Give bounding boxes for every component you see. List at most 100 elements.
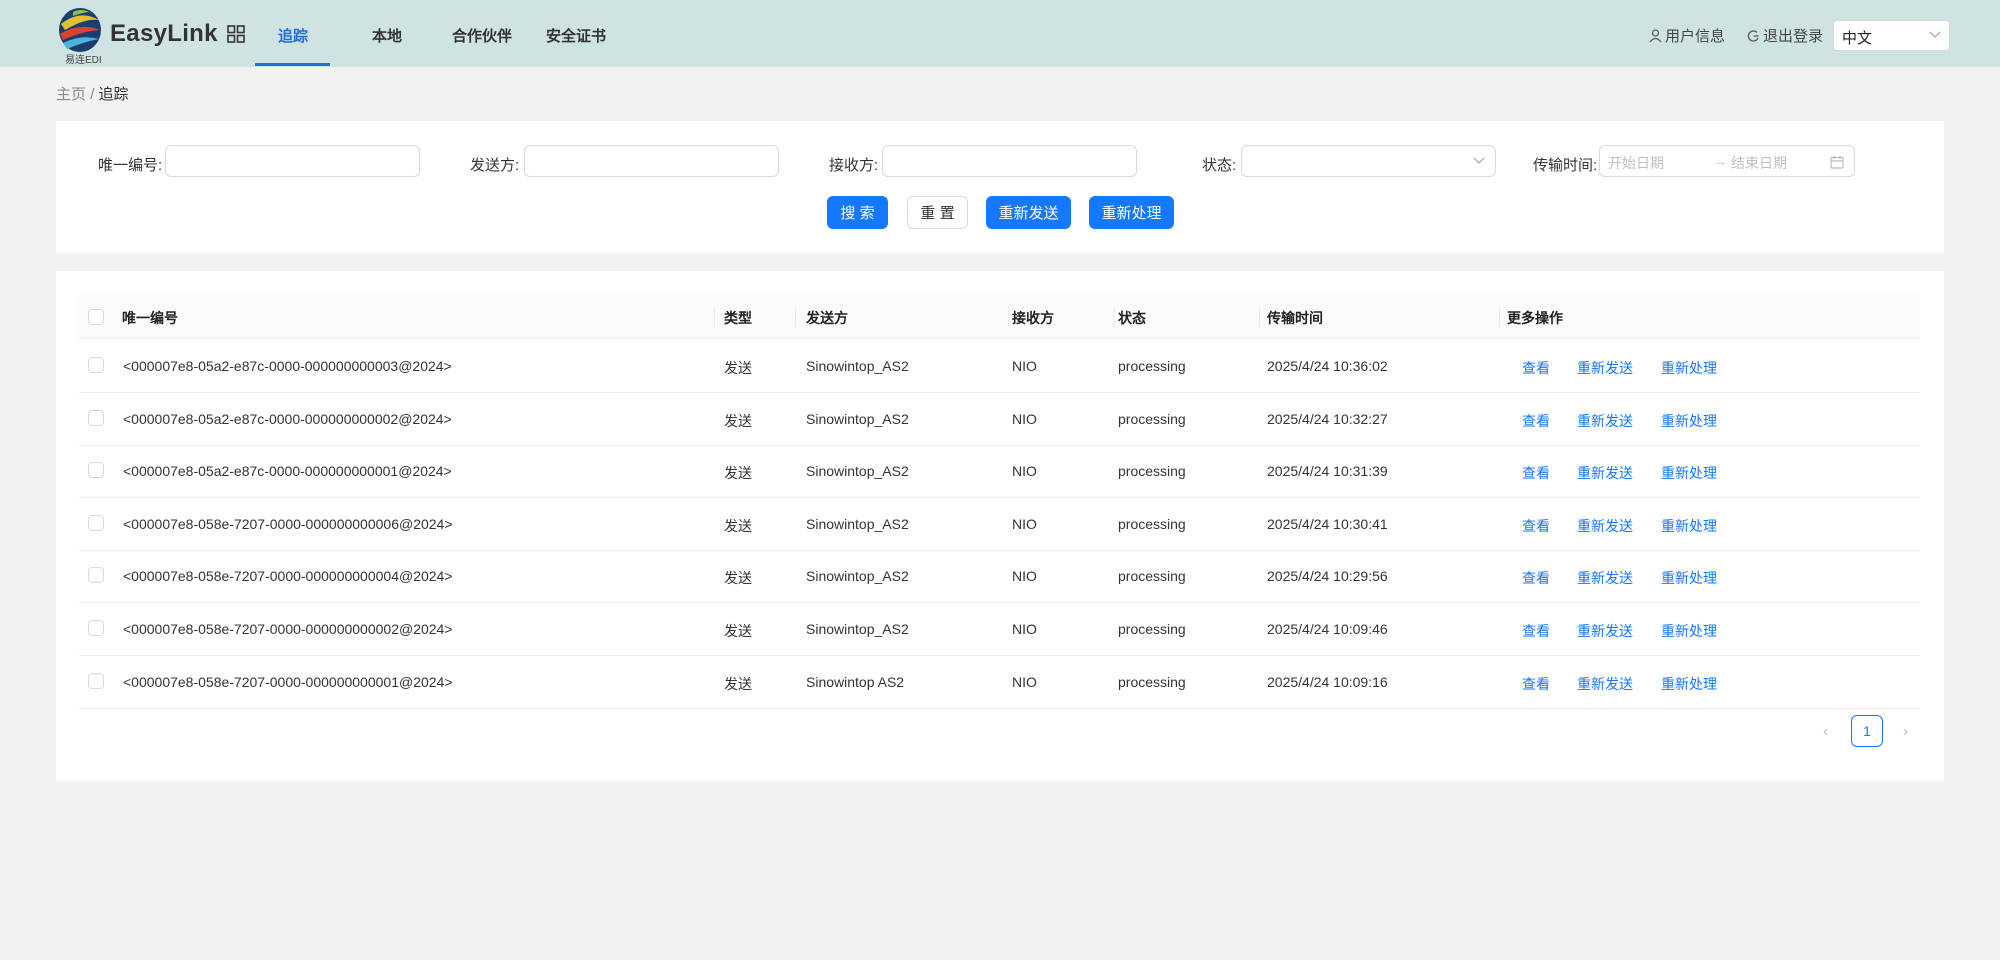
cell-sender: Sinowintop_AS2 [806, 515, 909, 532]
filter-panel: 唯一编号: 发送方: 接收方: 状态: 传输时间: 开始日期 → 结束日期 搜 … [56, 121, 1944, 253]
reset-button[interactable]: 重 置 [907, 196, 968, 229]
receiver-filter-label: 接收方: [829, 157, 879, 174]
table-row: <000007e8-058e-7207-0000-000000000002@20… [79, 603, 1920, 656]
resend-link[interactable]: 重新发送 [1577, 463, 1633, 483]
table-row: <000007e8-05a2-e87c-0000-000000000002@20… [79, 393, 1920, 446]
cell-status: processing [1118, 358, 1186, 374]
sender-filter-input[interactable] [524, 145, 779, 177]
resend-link[interactable]: 重新发送 [1577, 358, 1633, 378]
time-range-picker[interactable]: 开始日期 → 结束日期 [1599, 145, 1855, 177]
end-date-input[interactable]: 结束日期 [1731, 153, 1787, 173]
table-row: <000007e8-058e-7207-0000-000000000006@20… [79, 498, 1920, 551]
resend-button[interactable]: 重新发送 [986, 196, 1071, 229]
cell-status: processing [1118, 621, 1186, 637]
nav-partners[interactable]: 合作伙伴 [452, 25, 512, 46]
status-filter-label: 状态: [1202, 157, 1237, 174]
pagination-next-button[interactable]: › [1903, 723, 1908, 741]
column-header-receiver: 接收方 [1012, 310, 1054, 326]
cell-time: 2025/4/24 10:31:39 [1267, 463, 1388, 480]
resend-link[interactable]: 重新发送 [1577, 516, 1633, 536]
brand-name: EasyLink [110, 20, 218, 47]
row-checkbox[interactable] [88, 462, 104, 479]
row-checkbox[interactable] [88, 567, 104, 584]
cell-receiver: NIO [1012, 515, 1037, 532]
reprocess-link[interactable]: 重新处理 [1661, 516, 1717, 536]
cell-id: <000007e8-058e-7207-0000-000000000002@20… [123, 621, 453, 637]
cell-sender: Sinowintop_AS2 [806, 568, 909, 585]
cell-receiver: NIO [1012, 621, 1037, 637]
nav-active-indicator [255, 63, 330, 66]
column-header-status: 状态 [1118, 310, 1146, 326]
column-header-sender: 发送方 [806, 310, 848, 326]
reprocess-link[interactable]: 重新处理 [1661, 411, 1717, 431]
view-link[interactable]: 查看 [1522, 358, 1550, 378]
resend-link[interactable]: 重新发送 [1577, 621, 1633, 641]
nav-tracking[interactable]: 追踪 [278, 25, 308, 46]
reprocess-link[interactable]: 重新处理 [1661, 463, 1717, 483]
cell-id: <000007e8-05a2-e87c-0000-000000000003@20… [123, 358, 452, 374]
pagination-prev-button[interactable]: ‹ [1823, 723, 1828, 741]
row-checkbox[interactable] [88, 409, 104, 426]
receiver-filter-input[interactable] [882, 145, 1137, 177]
reprocess-button[interactable]: 重新处理 [1089, 196, 1174, 229]
view-link[interactable]: 查看 [1522, 621, 1550, 641]
cell-type: 发送 [724, 412, 752, 429]
start-date-input[interactable]: 开始日期 [1608, 153, 1664, 173]
results-table-panel: 唯一编号 类型 发送方 接收方 状态 传输时间 更多操作 <000007e8-0… [56, 271, 1944, 781]
apps-grid-icon[interactable] [227, 25, 245, 43]
nav-local[interactable]: 本地 [372, 25, 402, 46]
view-link[interactable]: 查看 [1522, 568, 1550, 588]
cell-time: 2025/4/24 10:29:56 [1267, 568, 1388, 585]
nav-certificates[interactable]: 安全证书 [546, 25, 606, 46]
user-info-link[interactable]: 用户信息 [1649, 25, 1725, 46]
cell-sender: Sinowintop_AS2 [806, 358, 909, 374]
reprocess-link[interactable]: 重新处理 [1661, 568, 1717, 588]
row-checkbox[interactable] [88, 357, 104, 373]
search-button[interactable]: 搜 索 [827, 196, 888, 229]
status-filter-select[interactable] [1241, 145, 1496, 177]
view-link[interactable]: 查看 [1522, 674, 1550, 694]
logout-label: 退出登录 [1763, 28, 1824, 45]
reprocess-link[interactable]: 重新处理 [1661, 621, 1717, 641]
cell-status: processing [1118, 410, 1186, 427]
cell-type: 发送 [724, 517, 752, 534]
logout-icon [1747, 29, 1759, 42]
cell-type: 发送 [724, 675, 752, 692]
resend-link[interactable]: 重新发送 [1577, 674, 1633, 694]
view-link[interactable]: 查看 [1522, 463, 1550, 483]
cell-type: 发送 [724, 623, 752, 639]
reprocess-link[interactable]: 重新处理 [1661, 674, 1717, 694]
user-info-label: 用户信息 [1665, 28, 1726, 45]
cell-status: processing [1118, 568, 1186, 585]
chevron-down-icon [1929, 31, 1941, 38]
cell-id: <000007e8-058e-7207-0000-000000000001@20… [123, 673, 453, 690]
id-filter-input[interactable] [165, 145, 420, 177]
breadcrumb-current: 追踪 [98, 86, 129, 103]
column-header-time: 传输时间 [1267, 310, 1323, 326]
row-checkbox[interactable] [88, 514, 104, 531]
language-select[interactable]: 中文 [1833, 20, 1950, 51]
reprocess-link[interactable]: 重新处理 [1661, 358, 1717, 378]
cell-sender: Sinowintop_AS2 [806, 410, 909, 427]
cell-time: 2025/4/24 10:09:16 [1267, 673, 1388, 690]
breadcrumb-home[interactable]: 主页 [56, 86, 86, 103]
row-checkbox[interactable] [88, 672, 104, 689]
user-icon [1649, 28, 1662, 42]
column-header-id: 唯一编号 [122, 310, 178, 326]
row-checkbox[interactable] [88, 620, 104, 636]
resend-link[interactable]: 重新发送 [1577, 568, 1633, 588]
logout-link[interactable]: 退出登录 [1747, 25, 1823, 46]
cell-receiver: NIO [1012, 410, 1037, 427]
sender-filter-label: 发送方: [470, 157, 520, 174]
table-row: <000007e8-05a2-e87c-0000-000000000001@20… [79, 445, 1920, 499]
view-link[interactable]: 查看 [1522, 516, 1550, 536]
pagination-page-1[interactable]: 1 [1851, 715, 1883, 747]
cell-receiver: NIO [1012, 568, 1037, 585]
select-all-checkbox[interactable] [88, 309, 104, 325]
resend-link[interactable]: 重新发送 [1577, 411, 1633, 431]
cell-id: <000007e8-05a2-e87c-0000-000000000002@20… [123, 410, 452, 427]
table-header: 唯一编号 类型 发送方 接收方 状态 传输时间 更多操作 [79, 295, 1920, 339]
breadcrumb-separator: / [90, 86, 95, 103]
view-link[interactable]: 查看 [1522, 411, 1550, 431]
cell-time: 2025/4/24 10:32:27 [1267, 410, 1388, 427]
